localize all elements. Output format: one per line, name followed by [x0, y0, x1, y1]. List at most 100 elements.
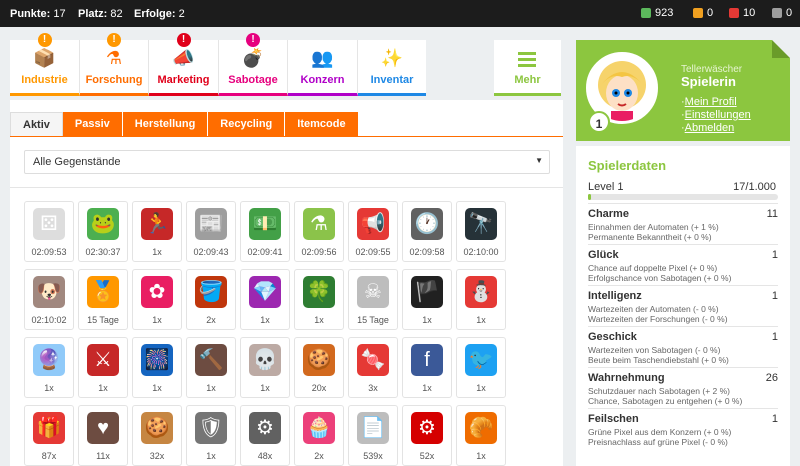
subtab-passiv[interactable]: Passiv: [62, 112, 123, 136]
item-count: 02:09:53: [31, 247, 67, 257]
item-count: 87x: [41, 451, 57, 461]
tab-label: Konzern: [300, 74, 345, 86]
item-count: 02:10:02: [31, 315, 67, 325]
item-filter-select[interactable]: Alle Gegenstände ▼: [24, 150, 550, 174]
inventory-item[interactable]: 🔨 1x: [186, 337, 236, 398]
attribute-value: 1: [771, 413, 778, 425]
inventory-item[interactable]: 🥐 1x: [456, 405, 506, 466]
inventory-item[interactable]: ✿ 1x: [132, 269, 182, 330]
inventory-item[interactable]: 🔮 1x: [24, 337, 74, 398]
erfolge-value: 2: [178, 8, 185, 20]
red-cube-icon: [729, 8, 739, 18]
item-count: 1x: [476, 383, 486, 393]
tab-divider: [10, 136, 563, 137]
tab-marketing[interactable]: ! 📣 Marketing: [149, 33, 219, 96]
inventory-item[interactable]: 🧁 2x: [294, 405, 344, 466]
twitter-icon: 🐦: [465, 344, 497, 376]
runner-icon: 🏃: [141, 208, 173, 240]
resource-red: 10: [729, 7, 755, 19]
item-count: 02:09:55: [355, 247, 391, 257]
inventory-item[interactable]: ⚔ 1x: [78, 337, 128, 398]
inventory-item[interactable]: 💵 02:09:41: [240, 201, 290, 262]
inventory-item[interactable]: 🍀 1x: [294, 269, 344, 330]
inventory-item[interactable]: f 1x: [402, 337, 452, 398]
snowglobe-icon: 🔮: [33, 344, 65, 376]
bone-icon: ☠: [357, 276, 389, 308]
inventory-item[interactable]: ♥ 11x: [78, 405, 128, 466]
inventory-item[interactable]: 🐸 02:30:37: [78, 201, 128, 262]
item-count: 2x: [206, 315, 216, 325]
inventory-item[interactable]: 🏃 1x: [132, 201, 182, 262]
erfolge-stat[interactable]: Erfolge: 2: [134, 8, 185, 20]
subtab-aktiv[interactable]: Aktiv: [10, 112, 63, 136]
binoculars-icon: 🔭: [465, 208, 497, 240]
inventory-item[interactable]: 🍪 20x: [294, 337, 344, 398]
dog-icon: 🐶: [33, 276, 65, 308]
inventory-item[interactable]: ⚙ 52x: [402, 405, 452, 466]
tab-industrie[interactable]: ! 📦 Industrie: [10, 33, 80, 96]
cupcake-icon: 🧁: [303, 412, 335, 444]
tab-konzern[interactable]: 👥 Konzern: [288, 40, 358, 96]
item-count: 48x: [257, 451, 273, 461]
item-count: 1x: [206, 451, 216, 461]
inventory-item[interactable]: 🎆 1x: [132, 337, 182, 398]
item-count: 11x: [96, 451, 110, 461]
inventory-item[interactable]: 🐦 1x: [456, 337, 506, 398]
gear-flower-icon: ✿: [141, 276, 173, 308]
attribute-name: Charme: [588, 208, 629, 220]
inventory-item[interactable]: ☠ 15 Tage: [348, 269, 398, 330]
inventory-item[interactable]: 🕐 02:09:58: [402, 201, 452, 262]
tab-sabotage[interactable]: ! 💣 Sabotage: [219, 33, 288, 96]
tab-label: Sabotage: [228, 74, 278, 86]
mehr-button[interactable]: Mehr: [494, 40, 561, 96]
subtab-itemcode[interactable]: Itemcode: [285, 112, 359, 136]
subtab-recycling[interactable]: Recycling: [208, 112, 286, 136]
tab-forschung[interactable]: ! ⚗ Forschung: [80, 33, 149, 96]
item-count: 1x: [152, 383, 162, 393]
attribute-name: Glück: [588, 249, 619, 261]
gift-icon: 🎁: [33, 412, 65, 444]
facebook-icon: f: [411, 344, 443, 376]
inventory-item[interactable]: 🛡 1x: [186, 405, 236, 466]
inventory-item[interactable]: 📢 02:09:55: [348, 201, 398, 262]
role-label: Spielerin: [681, 74, 736, 89]
inventory-item[interactable]: ⛄ 1x: [456, 269, 506, 330]
top-bar: Punkte: 17 Platz: 82 Erfolge: 2 923 0 10…: [0, 0, 800, 27]
inventory-item[interactable]: 🍬 3x: [348, 337, 398, 398]
cookie-icon: 🍪: [141, 412, 173, 444]
item-count: 1x: [260, 315, 270, 325]
medal-icon: 🏅: [87, 276, 119, 308]
inventory-item[interactable]: 🔭 02:10:00: [456, 201, 506, 262]
green-cube-icon: [641, 8, 651, 18]
subtab-herstellung[interactable]: Herstellung: [122, 112, 209, 136]
abmelden-link[interactable]: Abmelden: [681, 122, 735, 134]
item-count: 02:30:37: [85, 247, 121, 257]
item-count: 15 Tage: [357, 315, 389, 325]
inventory-item[interactable]: 📄 539x: [348, 405, 398, 466]
resource-gray-value: 0: [786, 7, 793, 19]
inventory-item[interactable]: ⚙ 48x: [240, 405, 290, 466]
einstellungen-link[interactable]: Einstellungen: [681, 109, 751, 121]
inventory-item[interactable]: 💎 1x: [240, 269, 290, 330]
inventory-item[interactable]: 🍪 32x: [132, 405, 182, 466]
inventory-item[interactable]: 🪣 2x: [186, 269, 236, 330]
inventory-item[interactable]: 🐶 02:10:02: [24, 269, 74, 330]
tab-label: Forschung: [85, 74, 143, 86]
tab-label: Inventar: [370, 74, 414, 86]
inventory-item[interactable]: 🏴 1x: [402, 269, 452, 330]
inventory-item[interactable]: 📰 02:09:43: [186, 201, 236, 262]
profile-card: 1 Tellerwäscher Spielerin Mein Profil Ei…: [576, 40, 790, 141]
inventory-item[interactable]: 💀 1x: [240, 337, 290, 398]
inventory-item[interactable]: 🎁 87x: [24, 405, 74, 466]
red-cog-icon: ⚙: [411, 412, 443, 444]
item-count: 1x: [476, 451, 486, 461]
inventory-item[interactable]: ⚄ 02:09:53: [24, 201, 74, 262]
mein-profil-link[interactable]: Mein Profil: [681, 96, 737, 108]
inventory-item[interactable]: ⚗ 02:09:56: [294, 201, 344, 262]
corner-fold: [772, 40, 790, 58]
diamond-icon: 💎: [249, 276, 281, 308]
attribute-name: Wahrnehmung: [588, 372, 665, 384]
snowman-icon: ⛄: [465, 276, 497, 308]
tab-inventar[interactable]: ✨ Inventar: [358, 40, 426, 96]
inventory-item[interactable]: 🏅 15 Tage: [78, 269, 128, 330]
